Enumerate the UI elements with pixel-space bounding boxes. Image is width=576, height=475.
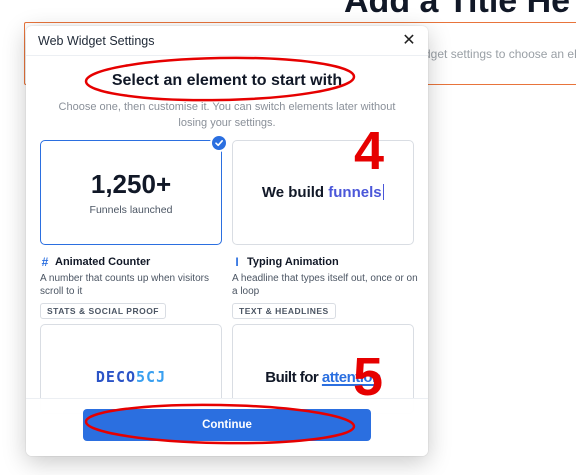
- modal-title: Web Widget Settings: [38, 34, 155, 48]
- card-name: Animated Counter: [55, 256, 151, 268]
- typing-preview-text: We build funnels: [233, 184, 413, 201]
- card-info-typing-animation: I Typing Animation A headline that types…: [232, 255, 418, 319]
- typing-preview-accent: funnels: [328, 184, 382, 201]
- highlight-preview-accent: attention: [321, 369, 381, 386]
- category-tag: TEXT & HEADLINES: [232, 303, 336, 319]
- card-name: Typing Animation: [247, 256, 339, 268]
- element-card-animated-counter[interactable]: 1,250+ Funnels launched: [40, 140, 222, 245]
- web-widget-settings-modal: Web Widget Settings ✕ Select an element …: [26, 26, 428, 456]
- modal-subtitle: Choose one, then customise it. You can s…: [58, 101, 396, 129]
- counter-preview-value: 1,250+: [90, 169, 172, 199]
- highlight-preview-text: Built for attention: [233, 369, 413, 386]
- highlight-preview-static: Built for: [265, 369, 322, 386]
- promo-code-static: DECO: [95, 368, 137, 386]
- card-description: A headline that types itself out, once o…: [232, 273, 418, 297]
- background-hint-text: dget settings to choose an el: [424, 47, 576, 61]
- card-info-animated-counter: # Animated Counter A number that counts …: [40, 255, 226, 319]
- modal-heading: Select an element to start with: [111, 72, 343, 89]
- background-page-title: Add a Title He: [344, 0, 571, 20]
- typing-caret: [382, 184, 385, 200]
- counter-preview-caption: Funnels launched: [89, 204, 173, 216]
- selected-check-icon: [210, 134, 228, 152]
- hash-icon: #: [41, 255, 49, 269]
- continue-button[interactable]: Continue: [83, 409, 371, 441]
- element-card-typing-animation[interactable]: We build funnels: [232, 140, 414, 245]
- text-cursor-icon: I: [235, 255, 239, 269]
- promo-code-preview: DECO5CJ: [41, 368, 221, 386]
- promo-code-accent: 5CJ: [136, 368, 167, 386]
- category-tag: STATS & SOCIAL PROOF: [40, 303, 167, 319]
- typing-preview-static: We build: [261, 184, 329, 201]
- card-description: A number that counts up when visitors sc…: [40, 273, 209, 297]
- page: Add a Title He dget settings to choose a…: [0, 0, 576, 475]
- close-button[interactable]: ✕: [400, 31, 418, 49]
- modal-header: Web Widget Settings ✕: [26, 26, 428, 56]
